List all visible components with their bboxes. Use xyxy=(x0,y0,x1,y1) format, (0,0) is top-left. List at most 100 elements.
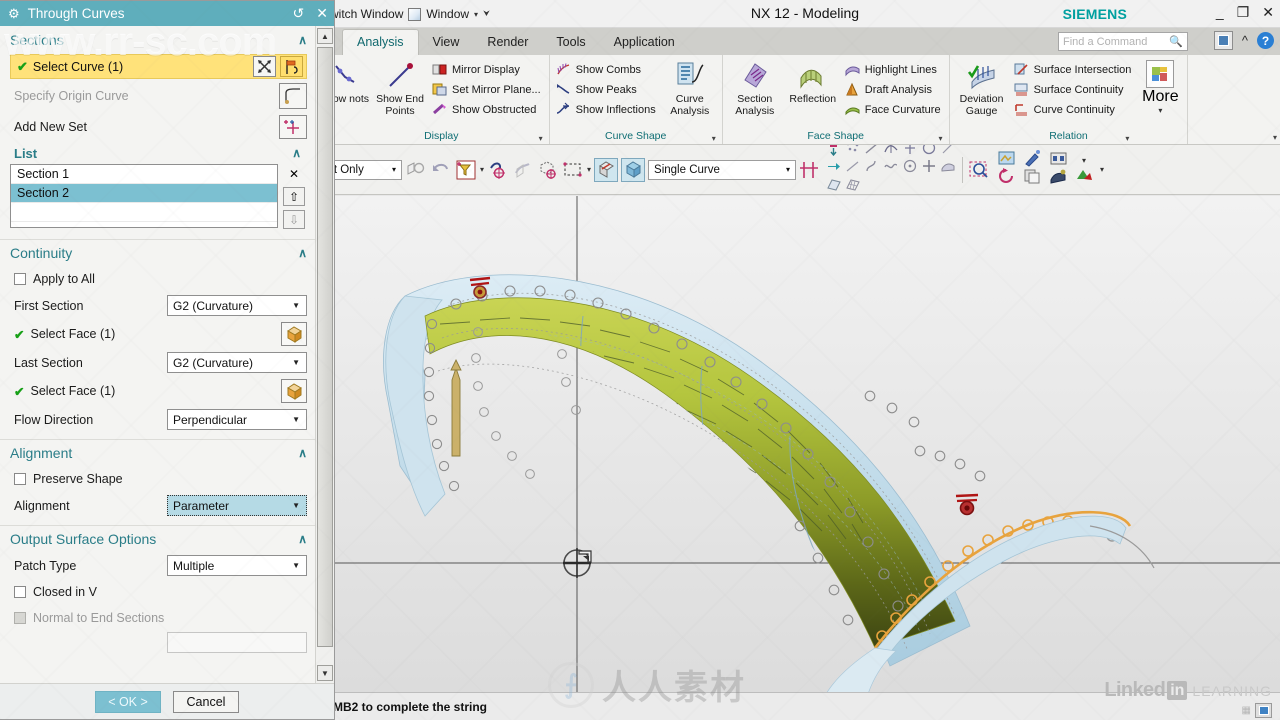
model-canvas[interactable] xyxy=(330,196,1280,692)
background-color-icon[interactable] xyxy=(1075,167,1094,191)
select-curve-row[interactable]: ✔ Select Curve (1) xyxy=(10,54,307,79)
mesh-surface-icon[interactable] xyxy=(826,177,842,194)
find-command-input[interactable]: Find a Command 🔍 xyxy=(1058,32,1188,51)
layer-chevron-icon[interactable]: ▾ xyxy=(1082,156,1086,165)
scrollbar-thumb[interactable] xyxy=(317,47,333,647)
curve-shape-group-expand-icon[interactable]: ▾ xyxy=(712,131,716,144)
stop-at-intersection-icon[interactable] xyxy=(799,159,821,181)
surface-intersection-button[interactable]: Surface Intersection xyxy=(1012,60,1136,79)
display-group-expand-icon[interactable]: ▾ xyxy=(539,131,543,144)
selection-scope-icon[interactable] xyxy=(405,159,427,181)
closed-in-v-checkbox[interactable] xyxy=(14,586,26,598)
surface-continuity-button[interactable]: Surface Continuity xyxy=(1012,80,1136,99)
search-icon[interactable]: 🔍 xyxy=(1169,35,1183,48)
graphics-viewport[interactable] xyxy=(330,196,1280,692)
close-icon[interactable]: ✕ xyxy=(316,5,328,22)
ok-button[interactable]: < OK > xyxy=(95,690,161,713)
plus-icon[interactable] xyxy=(921,158,937,179)
rectangle-select-chevron-icon[interactable]: ▾ xyxy=(587,165,591,174)
chevron-down-icon[interactable]: ▼ xyxy=(288,501,304,510)
apply-to-all-row[interactable]: Apply to All xyxy=(0,266,315,292)
curve-rule-button[interactable] xyxy=(253,56,276,77)
list-item[interactable]: Section 2 xyxy=(11,184,277,203)
add-new-set-button[interactable] xyxy=(279,115,307,139)
snap-cube-icon[interactable] xyxy=(537,159,559,181)
scroll-down-button[interactable]: ▼ xyxy=(317,665,333,681)
chevron-up-icon[interactable]: ∧ xyxy=(292,146,305,160)
list-item[interactable]: Section 1 xyxy=(11,165,277,184)
closed-in-v-row[interactable]: Closed in V xyxy=(0,579,315,605)
restore-button[interactable]: ❐ xyxy=(1237,3,1250,21)
selection-filter-dropdown[interactable]: rt Only ▾ xyxy=(330,159,402,180)
snap-point-icon[interactable] xyxy=(487,159,509,181)
last-select-face-row[interactable]: ✔ Select Face (1) xyxy=(0,376,315,406)
dialog-scrollbar[interactable]: ▲ ▼ xyxy=(315,26,333,683)
chevron-up-icon[interactable]: ∧ xyxy=(298,33,307,47)
wave-icon[interactable] xyxy=(883,158,899,179)
show-knots-button[interactable]: how nots xyxy=(330,57,370,106)
filter-chevron-icon[interactable]: ▾ xyxy=(480,165,484,174)
chevron-down-icon[interactable]: ▾ xyxy=(389,165,399,174)
curve-rule-dropdown[interactable]: Single Curve ▾ xyxy=(648,159,797,180)
chevron-up-icon[interactable]: ∧ xyxy=(298,246,307,260)
show-obstructed-button[interactable]: Show Obstructed xyxy=(430,100,545,119)
relation-group-expand-icon[interactable]: ▾ xyxy=(1125,131,1129,144)
specify-origin-curve-row[interactable]: Specify Origin Curve xyxy=(0,80,315,112)
chevron-up-icon[interactable]: ∧ xyxy=(298,446,307,460)
grid-surface-icon[interactable] xyxy=(845,177,861,194)
patch-type-dropdown[interactable]: Multiple ▼ xyxy=(167,555,307,576)
reset-icon[interactable]: ↺ xyxy=(293,5,305,22)
chevron-down-icon[interactable]: ▼ xyxy=(288,358,304,367)
face-select-toggle[interactable] xyxy=(594,157,619,182)
tab-analysis[interactable]: Analysis xyxy=(342,29,419,55)
highlight-lines-button[interactable]: Highlight Lines xyxy=(843,60,945,79)
show-combs-button[interactable]: Show Combs xyxy=(554,60,660,79)
curve-analysis-button[interactable]: Curve Analysis xyxy=(662,57,718,117)
move-section-up-button[interactable]: ⇧ xyxy=(283,187,305,206)
curve-continuity-button[interactable]: Curve Continuity xyxy=(1012,100,1136,119)
scroll-up-button[interactable]: ▲ xyxy=(317,28,333,44)
full-screen-icon[interactable] xyxy=(1213,31,1233,50)
chevron-down-icon[interactable]: ▾ xyxy=(783,165,793,174)
mirror-display-button[interactable]: Mirror Display xyxy=(430,60,545,79)
minimize-button[interactable]: _ xyxy=(1216,3,1224,21)
section-header-sections[interactable]: Sections ∧ xyxy=(0,26,315,53)
chevron-up-icon[interactable]: ∧ xyxy=(298,532,307,546)
sections-listbox[interactable]: Section 1 Section 2 xyxy=(10,164,278,228)
tab-view[interactable]: View xyxy=(419,30,474,55)
help-icon[interactable]: ? xyxy=(1257,32,1274,49)
draft-analysis-button[interactable]: Draft Analysis xyxy=(843,80,945,99)
toolbar-overflow-chevron-icon[interactable]: ▾ xyxy=(1100,165,1104,174)
select-curve-tool-button[interactable] xyxy=(280,56,303,77)
collapse-ribbon-icon[interactable]: ^ xyxy=(1242,33,1248,48)
section-header-output-surface[interactable]: Output Surface Options ∧ xyxy=(0,525,315,552)
ribbon-overflow-icon[interactable]: ▾ xyxy=(1273,133,1277,142)
copy-display-icon[interactable] xyxy=(1023,167,1042,191)
flow-direction-dropdown[interactable]: Perpendicular ▼ xyxy=(167,409,307,430)
section-header-continuity[interactable]: Continuity ∧ xyxy=(0,239,315,266)
preserve-shape-checkbox[interactable] xyxy=(14,473,26,485)
cancel-button[interactable]: Cancel xyxy=(173,690,239,713)
chevron-down-icon[interactable]: ▼ xyxy=(288,561,304,570)
show-end-points-button[interactable]: Show End Points xyxy=(372,57,428,117)
shaded-style-icon[interactable] xyxy=(1049,167,1068,191)
alignment-dropdown[interactable]: Parameter ▼ xyxy=(167,495,307,516)
more-button[interactable]: More ▾ xyxy=(1137,57,1183,115)
spline-icon[interactable] xyxy=(864,158,880,179)
section-header-alignment[interactable]: Alignment ∧ xyxy=(0,439,315,466)
tab-application[interactable]: Application xyxy=(600,30,689,55)
first-select-face-row[interactable]: ✔ Select Face (1) xyxy=(0,319,315,349)
show-inflections-button[interactable]: Show Inflections xyxy=(554,100,660,119)
rectangle-select-icon[interactable] xyxy=(562,159,584,181)
show-peaks-button[interactable]: Show Peaks xyxy=(554,80,660,99)
refresh-view-icon[interactable] xyxy=(997,167,1016,191)
list-header[interactable]: List ∧ xyxy=(10,142,305,164)
selection-filter-icon[interactable] xyxy=(455,159,477,181)
undo-selection-icon[interactable] xyxy=(430,159,452,181)
remove-section-button[interactable]: ✕ xyxy=(283,164,305,183)
tab-render[interactable]: Render xyxy=(473,30,542,55)
add-new-set-row[interactable]: Add New Set xyxy=(0,112,315,142)
chevron-down-icon[interactable]: ▼ xyxy=(288,415,304,424)
body-select-toggle[interactable] xyxy=(621,157,646,182)
first-face-select-button[interactable] xyxy=(281,322,307,346)
